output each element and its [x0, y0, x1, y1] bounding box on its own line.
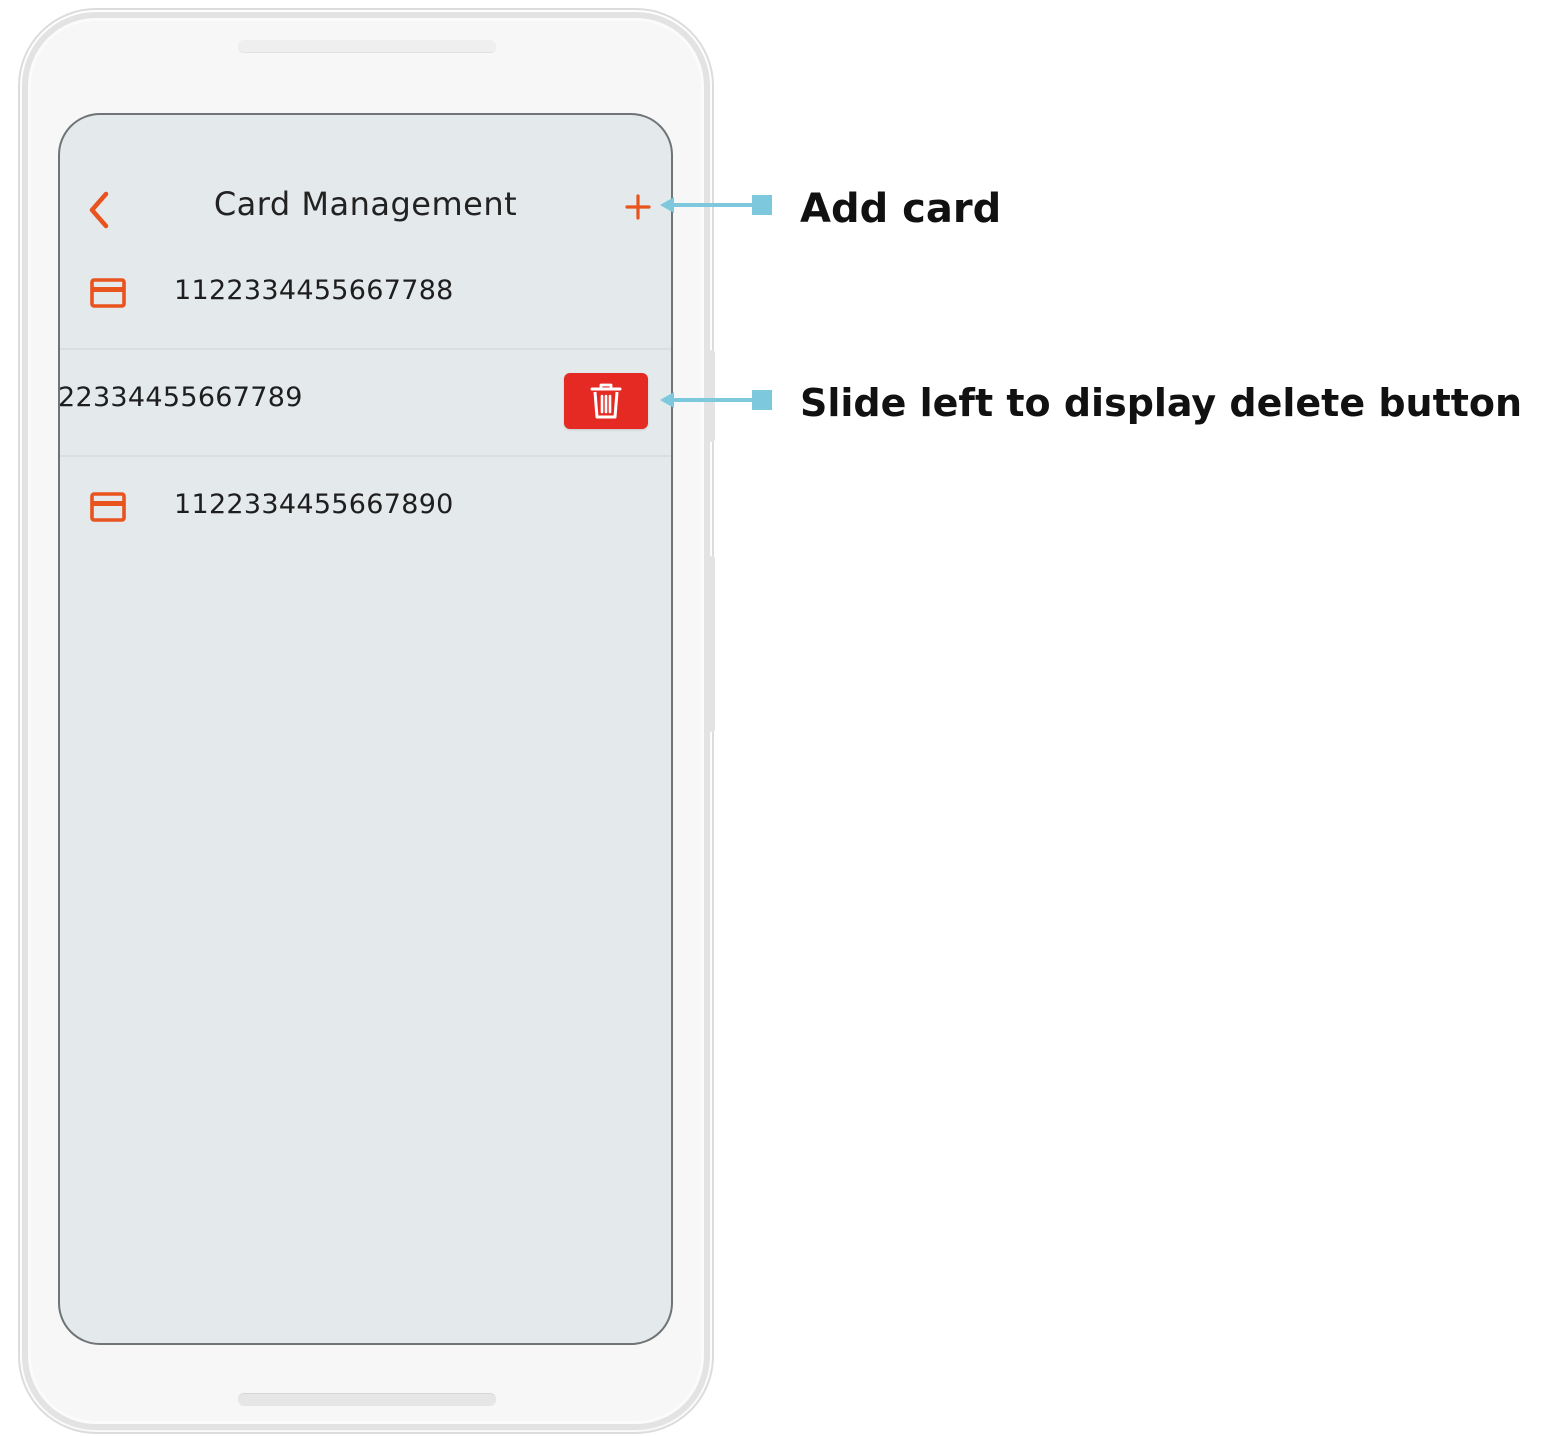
page-title: Card Management — [213, 185, 518, 223]
annotation-slide-delete: Slide left to display delete button — [800, 381, 1523, 425]
app-screen: Card Management 1122334455667788 2233445… — [58, 113, 673, 1345]
card-list-item-swiped[interactable]: 22334455667789 — [60, 350, 671, 456]
phone-speaker — [238, 40, 496, 53]
phone-side-button — [709, 556, 715, 732]
trash-icon — [590, 383, 622, 419]
annotation-arrow — [660, 390, 772, 410]
delete-card-button[interactable] — [564, 373, 648, 429]
phone-chin — [238, 1393, 496, 1406]
credit-card-icon — [90, 492, 126, 522]
plus-icon — [625, 194, 651, 220]
card-list-item[interactable]: 1122334455667788 — [60, 243, 671, 349]
card-number: 1122334455667890 — [174, 489, 454, 520]
card-number: 1122334455667788 — [174, 275, 454, 306]
annotation-add-card: Add card — [800, 186, 1002, 232]
card-number: 22334455667789 — [58, 382, 303, 413]
credit-card-icon — [90, 278, 126, 308]
card-list-item[interactable]: 1122334455667890 — [60, 457, 671, 563]
app-header: Card Management — [60, 175, 671, 245]
annotation-arrow — [660, 195, 772, 215]
add-card-button[interactable] — [621, 190, 655, 224]
